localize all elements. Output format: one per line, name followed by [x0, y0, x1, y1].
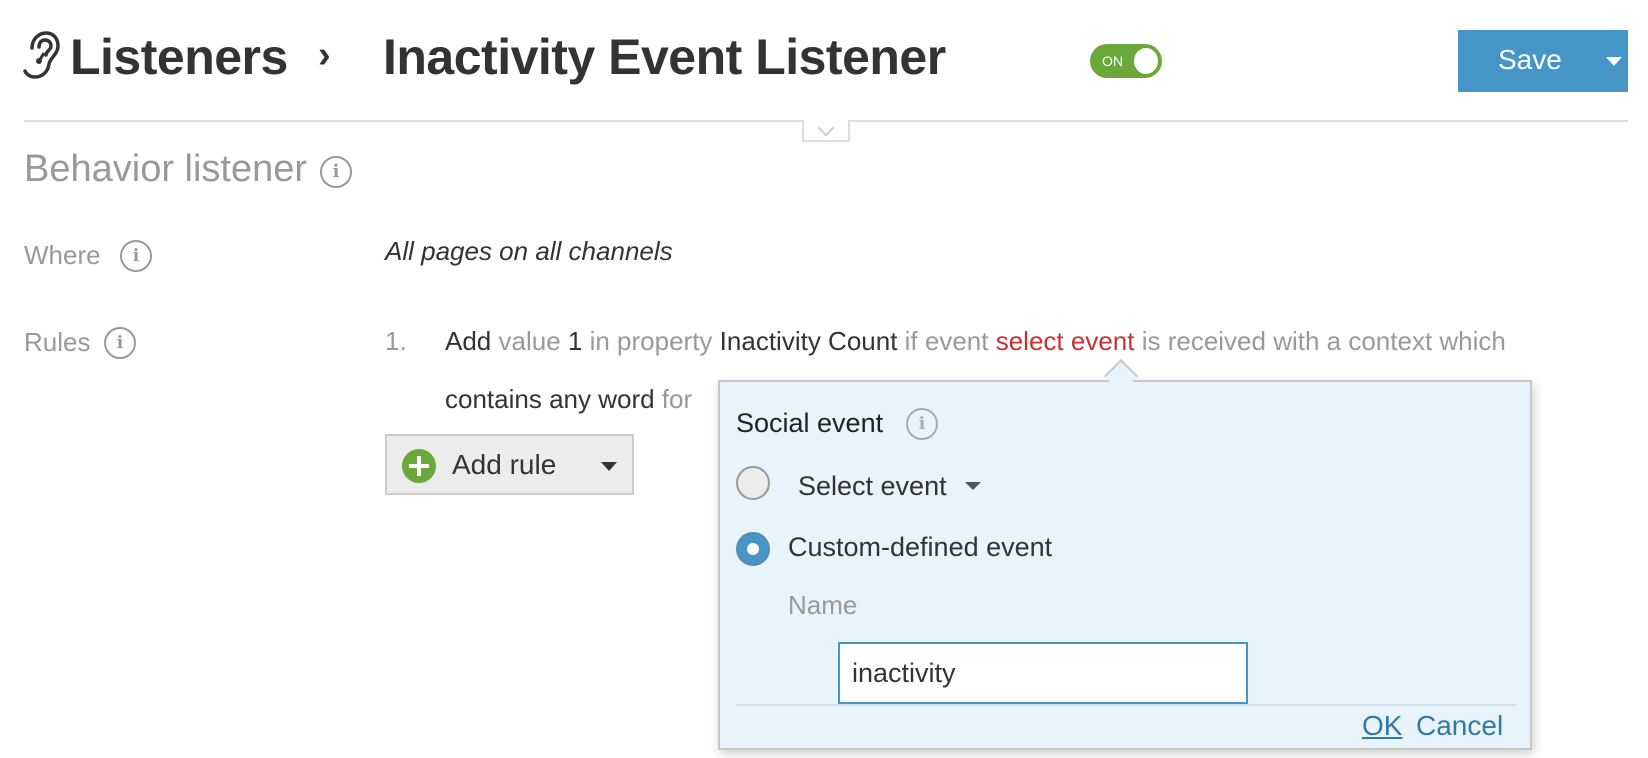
- section-info-icon[interactable]: i: [320, 156, 352, 188]
- rules-info-icon[interactable]: i: [104, 327, 136, 359]
- toggle-knob: [1134, 48, 1158, 74]
- rule-property[interactable]: Inactivity Count: [720, 326, 898, 356]
- social-event-popover: Social event i Select event Custom-defin…: [718, 380, 1532, 750]
- save-button[interactable]: Save: [1458, 30, 1628, 92]
- rule-action[interactable]: Add: [445, 326, 491, 356]
- rule-value[interactable]: 1: [568, 326, 582, 356]
- rule-sentence-line2: contains any word for: [445, 384, 692, 415]
- toggle-label: ON: [1102, 53, 1123, 69]
- add-rule-caret-icon[interactable]: [601, 462, 617, 471]
- where-label: Where: [24, 240, 101, 270]
- where-info-icon[interactable]: i: [120, 240, 152, 272]
- rule-value-word: value: [498, 326, 561, 356]
- chevron-down-icon: [964, 482, 981, 490]
- select-event-dropdown[interactable]: Select event: [798, 466, 981, 506]
- cancel-button[interactable]: Cancel: [1416, 710, 1503, 742]
- breadcrumb-separator: ›: [318, 34, 331, 76]
- page-title: Inactivity Event Listener: [383, 29, 946, 85]
- breadcrumb-listeners[interactable]: Listeners: [70, 28, 288, 86]
- event-name-input[interactable]: [838, 642, 1248, 704]
- rule-property-word: in property: [589, 326, 713, 356]
- radio-select-event[interactable]: [736, 466, 770, 500]
- rule-event-word: if event: [904, 326, 989, 356]
- rules-label: Rules: [24, 327, 91, 357]
- popover-divider: [736, 704, 1516, 706]
- add-rule-button[interactable]: Add rule: [385, 434, 634, 495]
- save-dropdown-caret-icon[interactable]: [1606, 57, 1622, 66]
- popover-info-icon[interactable]: i: [906, 408, 938, 440]
- plus-circle-icon: [402, 449, 436, 483]
- ear-icon: [23, 31, 60, 79]
- popover-title: Social event: [736, 408, 884, 438]
- rule-number: 1.: [385, 326, 407, 356]
- page-header: Listeners › Inactivity Event Listener ON…: [0, 0, 1648, 118]
- radio-custom-event[interactable]: [736, 532, 770, 566]
- rule-event-link[interactable]: select event: [996, 326, 1135, 356]
- add-rule-label: Add rule: [452, 449, 557, 480]
- where-value[interactable]: All pages on all channels: [385, 236, 673, 267]
- select-event-label: Select event: [798, 470, 947, 501]
- collapse-toggle-chevron-icon[interactable]: [802, 120, 850, 142]
- enabled-toggle[interactable]: ON: [1090, 44, 1162, 78]
- rule-sentence-line1: Add value 1 in property Inactivity Count…: [445, 326, 1506, 357]
- rule-for-word: for: [661, 384, 693, 414]
- save-label: Save: [1498, 44, 1562, 75]
- ok-button[interactable]: OK: [1362, 710, 1402, 742]
- name-label: Name: [788, 590, 858, 620]
- rule-condition[interactable]: contains any word: [445, 384, 655, 414]
- custom-event-label[interactable]: Custom-defined event: [788, 532, 1052, 563]
- rule-context-text: is received with a context which: [1141, 326, 1506, 356]
- section-title: Behavior listener: [24, 148, 308, 190]
